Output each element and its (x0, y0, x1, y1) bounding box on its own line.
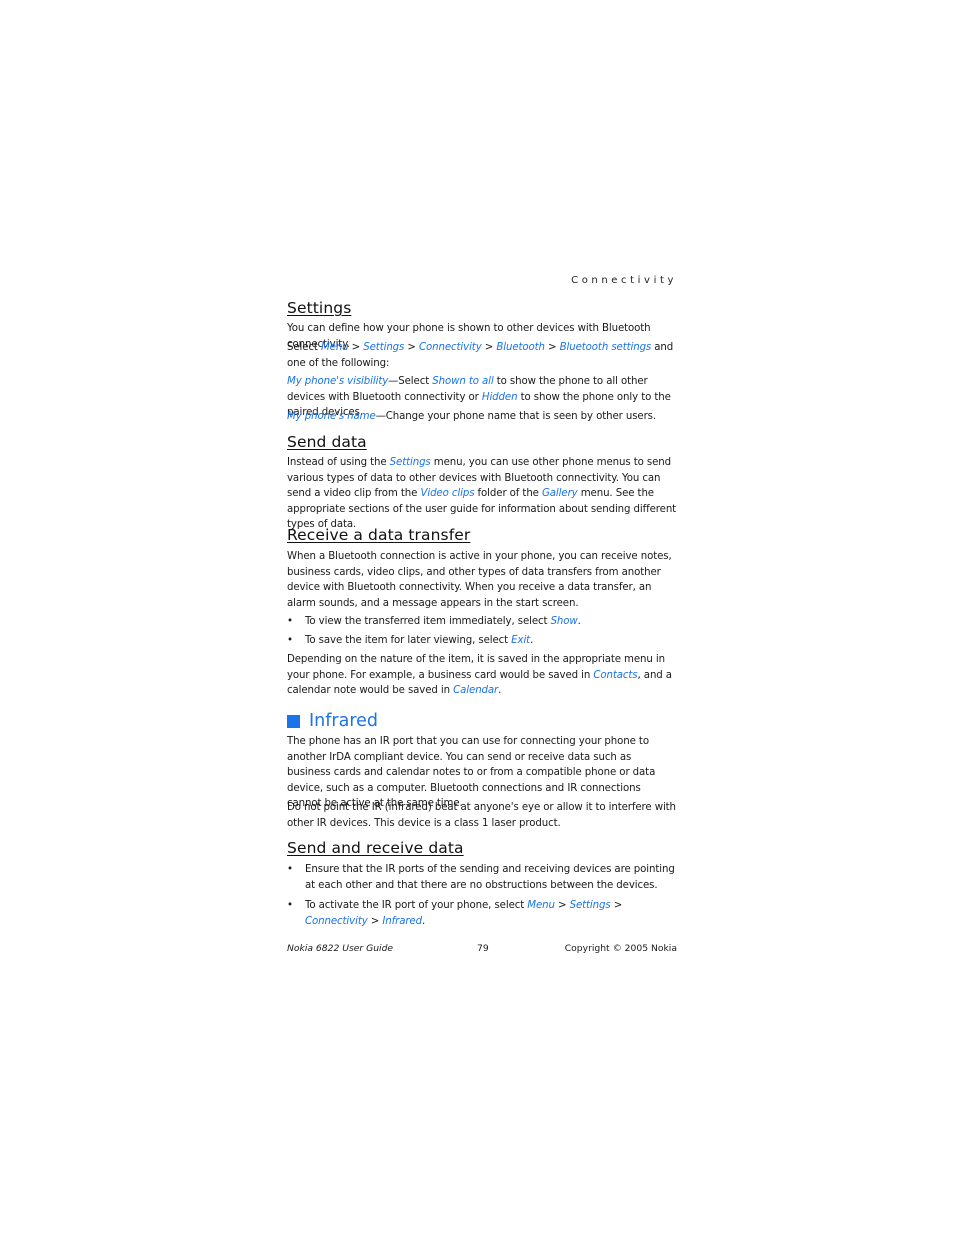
heading-infrared: Infrared (287, 711, 378, 731)
link-settings[interactable]: Settings (363, 342, 404, 353)
receive-intro: When a Bluetooth connection is active in… (287, 551, 672, 609)
bullet-item: • To save the item for later viewing, se… (287, 633, 677, 649)
heading-receive-data-transfer: Receive a data transfer (287, 526, 471, 544)
link-menu[interactable]: Menu (321, 342, 349, 353)
bullet-item: • To view the transferred item immediate… (287, 614, 677, 630)
bullet-icon: • (287, 616, 293, 627)
bullet-icon: • (287, 900, 293, 911)
section-square-icon (287, 714, 300, 728)
heading-send-and-receive-data: Send and receive data (287, 839, 464, 857)
send-data-paragraph: Instead of using the Settings menu, you … (287, 457, 677, 531)
receive-outro: Depending on the nature of the item, it … (287, 654, 672, 697)
link-infrared[interactable]: Infrared (382, 916, 422, 927)
link-contacts[interactable]: Contacts (593, 670, 637, 681)
heading-settings: Settings (287, 299, 352, 317)
heading-send-data: Send data (287, 433, 367, 451)
name-option: My phone's name—Change your phone name t… (287, 411, 657, 422)
link-show[interactable]: Show (551, 616, 578, 627)
link-bluetooth[interactable]: Bluetooth (496, 342, 545, 353)
link-exit[interactable]: Exit (511, 635, 530, 646)
page-number: 79 (477, 943, 489, 954)
infrared-paragraph-2: Do not point the IR (infrared) beat at a… (287, 802, 676, 829)
link-my-phones-visibility[interactable]: My phone's visibility (287, 376, 388, 387)
link-video-clips[interactable]: Video clips (420, 488, 474, 499)
link-settings-ir[interactable]: Settings (570, 900, 611, 911)
link-menu-ir[interactable]: Menu (527, 900, 555, 911)
link-connectivity[interactable]: Connectivity (419, 342, 482, 353)
settings-select-path: Select Menu > Settings > Connectivity > … (287, 342, 674, 369)
link-calendar[interactable]: Calendar (453, 685, 498, 696)
link-settings-menu[interactable]: Settings (390, 457, 431, 468)
link-hidden[interactable]: Hidden (482, 392, 518, 403)
link-my-phones-name[interactable]: My phone's name (287, 411, 376, 422)
bullet-icon: • (287, 635, 293, 646)
link-connectivity-ir[interactable]: Connectivity (305, 916, 368, 927)
link-shown-to-all[interactable]: Shown to all (432, 376, 493, 387)
bullet-item: • Ensure that the IR ports of the sendin… (287, 864, 675, 891)
running-head: Connectivity (571, 275, 677, 286)
bullet-item: • To activate the IR port of your phone,… (287, 900, 623, 927)
link-bluetooth-settings[interactable]: Bluetooth settings (560, 342, 652, 353)
footer-copyright: Copyright © 2005 Nokia (564, 943, 677, 954)
footer-guide-title: Nokia 6822 User Guide (287, 943, 394, 954)
bullet-icon: • (287, 864, 293, 875)
link-gallery[interactable]: Gallery (542, 488, 578, 499)
